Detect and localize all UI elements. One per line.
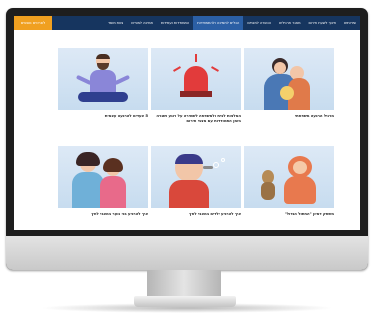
monitor-stand	[147, 270, 221, 298]
card-caption[interactable]: המלצות לבית ולמשפחה לשמירה על רוגע ושגרה…	[151, 113, 241, 123]
card-self-calming[interactable]: 5 צעדים להרגעה עצמית	[58, 48, 148, 118]
meditating-man-illustration	[58, 48, 148, 110]
card-imagination-game[interactable]: משחק דמיון "החתול הגדול"	[244, 146, 334, 216]
card-caption[interactable]: 5 צעדים להרגעה עצמית	[58, 113, 148, 118]
monkey-cat-illustration	[244, 146, 334, 208]
family-hug-illustration	[244, 48, 334, 110]
card-calm-children[interactable]: איך להרגיע ילדים במצבי לחץ	[151, 146, 241, 216]
nav-item-services[interactable]: שירותים	[340, 16, 360, 30]
screen: שירותים חינוך לשעת חירום מאגר תרגילים הכ…	[14, 16, 360, 230]
card-family-exercise[interactable]: מרגיל הרגעה משפחתי	[244, 48, 334, 118]
siren-illustration	[151, 48, 241, 110]
card-home-recommendations[interactable]: המלצות לבית ולמשפחה לשמירה על רוגע ושגרה…	[151, 48, 241, 123]
monitor-frame: שירותים חינוך לשעת חירום מאגר תרגילים הכ…	[6, 8, 368, 270]
mother-daughter-illustration	[58, 146, 148, 208]
card-caption[interactable]: משחק דמיון "החתול הגדול"	[244, 211, 334, 216]
nav-item-teacher-support[interactable]: תמיכה למורים	[127, 16, 157, 30]
nav-item-exercises[interactable]: מאגר תרגילים	[275, 16, 304, 30]
nav-item-emergency-education[interactable]: חינוך לשעת חירום	[305, 16, 341, 30]
child-breathing-illustration	[151, 146, 241, 208]
monitor-base	[134, 296, 236, 307]
card-caption[interactable]: איך להרגיע ילדים במצבי לחץ	[151, 211, 241, 216]
card-caption[interactable]: איך להרגיע בני נוער במצבי לחץ	[58, 211, 148, 216]
contact-button[interactable]: לפרטים נוספים	[14, 16, 52, 30]
nav-item-facilitator-training[interactable]: הכשרה למנחים	[243, 16, 275, 30]
monitor-chin	[6, 236, 368, 270]
nav-item-staff[interactable]: צוות מוסד	[104, 16, 127, 30]
nav-item-resilience[interactable]: התמודדות ועמידות	[157, 16, 193, 30]
nav-item-coping-tools[interactable]: הכלים לתמיכה ולהתמודדות	[193, 16, 244, 30]
card-caption[interactable]: מרגיל הרגעה משפחתי	[244, 113, 334, 118]
top-navigation: שירותים חינוך לשעת חירום מאגר תרגילים הכ…	[14, 16, 360, 30]
card-calm-teens[interactable]: איך להרגיע בני נוער במצבי לחץ	[58, 146, 148, 216]
